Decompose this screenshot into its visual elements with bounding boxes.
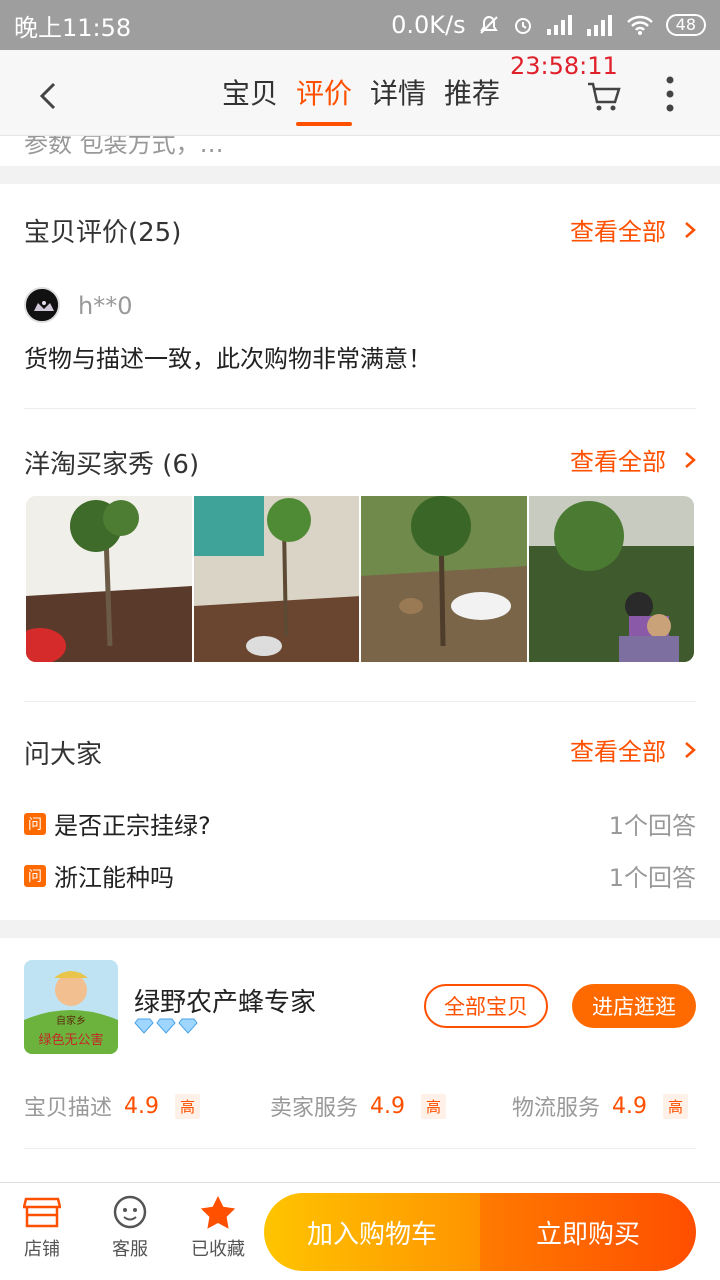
rating-level-badge: 高 bbox=[175, 1093, 201, 1119]
reviews-card: 宝贝评价(25) 查看全部 h**0 货物与描述一致，此次购物非常满意！ 洋淘买… bbox=[0, 184, 720, 920]
ask-all-title: 问大家 bbox=[24, 740, 103, 770]
rating-level-badge: 高 bbox=[663, 1093, 689, 1119]
rating-service: 卖家服务 4.9 高 bbox=[270, 1090, 447, 1122]
tab-item[interactable]: 宝贝 bbox=[222, 72, 278, 126]
logo-text-bottom: 绿色无公害 bbox=[38, 1032, 103, 1048]
signal-icon bbox=[546, 15, 572, 35]
status-time: 晚上11:58 bbox=[14, 13, 132, 42]
chevron-right-icon bbox=[685, 451, 696, 468]
diamond-icon bbox=[156, 1018, 176, 1034]
battery-indicator: 48 bbox=[665, 14, 706, 36]
star-icon bbox=[200, 1196, 236, 1229]
buyer-photo[interactable] bbox=[528, 496, 694, 662]
buyer-show-title: 洋淘买家秀 (6) bbox=[24, 450, 200, 480]
back-arrow-icon[interactable] bbox=[30, 76, 70, 116]
logo-text-top: 自家乡 bbox=[56, 1014, 86, 1027]
purchase-buttons: 加入购物车 立即购买 bbox=[264, 1193, 696, 1271]
question-badge: 问 bbox=[24, 812, 46, 835]
divider bbox=[24, 1148, 696, 1149]
reviewer-name: h**0 bbox=[78, 292, 133, 320]
rating-level-badge: 高 bbox=[421, 1093, 447, 1119]
customer-service-button[interactable]: 客服 bbox=[90, 1195, 170, 1261]
reviews-title: 宝贝评价(25) bbox=[24, 218, 182, 248]
more-options-icon[interactable] bbox=[656, 74, 684, 114]
shop-name[interactable]: 绿野农产蜂专家 bbox=[134, 982, 316, 1019]
rating-label: 宝贝描述 bbox=[24, 1096, 113, 1121]
all-items-button[interactable]: 全部宝贝 bbox=[424, 984, 548, 1028]
params-row[interactable]: 参数 包装方式，… bbox=[0, 136, 720, 166]
product-tabs: 宝贝 评价 详情 推荐 bbox=[222, 72, 500, 126]
see-all-label: 查看全部 bbox=[570, 738, 666, 766]
rating-description: 宝贝描述 4.9 高 bbox=[24, 1090, 201, 1122]
buy-now-button[interactable]: 立即购买 bbox=[480, 1193, 696, 1271]
question-badge: 问 bbox=[24, 864, 46, 887]
shop-logo[interactable]: 自家乡 绿色无公害 bbox=[24, 960, 118, 1054]
status-bar: 晚上11:58 0.0K/s 48 bbox=[0, 0, 720, 50]
answer-count: 1个回答 bbox=[608, 864, 696, 892]
see-all-label: 查看全部 bbox=[570, 448, 666, 476]
cart-icon[interactable] bbox=[584, 76, 624, 116]
bottom-action-bar: 店铺 客服 已收藏 加入购物车 立即购买 bbox=[0, 1182, 720, 1280]
reviewer-avatar bbox=[24, 287, 60, 323]
divider bbox=[24, 408, 696, 409]
rating-value: 4.9 bbox=[612, 1093, 648, 1119]
tab-details[interactable]: 详情 bbox=[370, 72, 426, 126]
chevron-right-icon bbox=[685, 221, 696, 238]
buyer-show-see-all[interactable]: 查看全部 bbox=[570, 442, 696, 477]
divider bbox=[24, 701, 696, 702]
reviews-see-all[interactable]: 查看全部 bbox=[570, 212, 696, 247]
question-item[interactable]: 问 是否正宗挂绿? bbox=[24, 806, 211, 841]
diamond-icon bbox=[134, 1018, 154, 1034]
buyer-photo[interactable] bbox=[361, 496, 527, 662]
mute-icon bbox=[479, 15, 498, 34]
tab-reviews[interactable]: 评价 bbox=[296, 72, 353, 126]
network-speed: 0.0K/s bbox=[391, 11, 466, 39]
question-text: 浙江能种吗 bbox=[54, 864, 174, 892]
rating-value: 4.9 bbox=[124, 1093, 160, 1119]
visit-shop-button[interactable]: 进店逛逛 bbox=[572, 984, 696, 1028]
store-label: 店铺 bbox=[24, 1239, 60, 1260]
add-to-cart-button[interactable]: 加入购物车 bbox=[264, 1193, 480, 1271]
buyer-photos bbox=[26, 496, 694, 662]
hd-signal-icon bbox=[586, 15, 612, 36]
tab-recommend[interactable]: 推荐 bbox=[444, 72, 500, 126]
rating-value: 4.9 bbox=[370, 1093, 406, 1119]
shop-credit-diamonds bbox=[134, 1018, 198, 1034]
store-button[interactable]: 店铺 bbox=[2, 1195, 82, 1261]
question-text: 是否正宗挂绿? bbox=[54, 812, 211, 840]
buyer-photo[interactable] bbox=[193, 496, 359, 662]
answer-count: 1个回答 bbox=[608, 812, 696, 840]
wifi-icon bbox=[626, 15, 653, 35]
buyer-photo[interactable] bbox=[26, 496, 192, 662]
rating-label: 物流服务 bbox=[512, 1096, 601, 1121]
question-item[interactable]: 问 浙江能种吗 bbox=[24, 858, 174, 893]
see-all-label: 查看全部 bbox=[570, 218, 666, 246]
chat-face-icon bbox=[113, 1195, 147, 1229]
ask-all-see-all[interactable]: 查看全部 bbox=[570, 732, 696, 767]
rating-label: 卖家服务 bbox=[270, 1096, 359, 1121]
params-row-text: 参数 包装方式，… bbox=[24, 136, 224, 158]
alarm-icon bbox=[514, 18, 531, 34]
review-text: 货物与描述一致，此次购物非常满意！ bbox=[24, 345, 432, 373]
store-icon bbox=[23, 1197, 61, 1228]
shop-card: 自家乡 绿色无公害 绿野农产蜂专家 全部宝贝 进店逛逛 宝贝描述 4.9 高 卖… bbox=[0, 938, 720, 1198]
clock-overlay: 23:58:11 bbox=[510, 52, 618, 80]
diamond-icon bbox=[178, 1018, 198, 1034]
service-label: 客服 bbox=[112, 1239, 148, 1260]
rating-logistics: 物流服务 4.9 高 bbox=[512, 1090, 689, 1122]
favorite-button[interactable]: 已收藏 bbox=[178, 1195, 258, 1261]
favorite-label: 已收藏 bbox=[191, 1239, 245, 1260]
chevron-right-icon bbox=[685, 741, 696, 758]
